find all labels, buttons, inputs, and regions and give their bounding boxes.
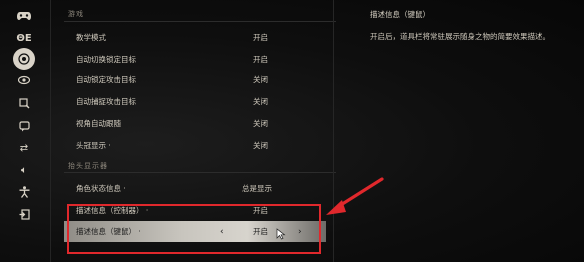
gamepad-icon[interactable] xyxy=(14,6,34,26)
setting-row-character-status[interactable]: 角色状态信息 · 总是显示 xyxy=(64,177,326,199)
setting-label: 头冠显示 · xyxy=(76,140,111,150)
setting-row-auto-switch-lock[interactable]: 自动切换锁定目标 开启 xyxy=(64,48,326,70)
setting-row-auto-lock-attack[interactable]: 自动锁定攻击目标 关闭 xyxy=(64,68,326,90)
setting-value: 开启 xyxy=(253,32,268,42)
setting-label: 自动切换锁定目标 xyxy=(76,54,136,64)
setting-label: 视角自动跟随 xyxy=(76,118,121,128)
setting-label: 自动锁定攻击目标 xyxy=(76,74,136,84)
section-header-hud: 抬头显示器 xyxy=(68,162,108,170)
chat-bubble-icon[interactable] xyxy=(14,116,34,136)
setting-value: 关闭 xyxy=(253,140,268,150)
annotation-arrow-icon xyxy=(326,177,384,215)
ability-icon[interactable]: ΘE xyxy=(14,28,34,48)
setting-label: 自动捕捉攻击目标 xyxy=(76,96,136,106)
setting-label: 角色状态信息 · xyxy=(76,183,126,193)
detail-title: 描述信息（键鼠） xyxy=(370,10,430,19)
section-divider xyxy=(64,172,336,173)
setting-value: 总是显示 xyxy=(242,183,272,193)
section-divider xyxy=(64,21,336,22)
magnifier-icon[interactable] xyxy=(14,93,34,113)
speaker-icon[interactable]: 🔈︎ xyxy=(14,160,34,180)
setting-row-camera-follow[interactable]: 视角自动跟随 关闭 xyxy=(64,112,326,134)
detail-description: 开启后，道具栏将常驻展示随身之物的简要效果描述。 xyxy=(370,32,550,41)
setting-value: 关闭 xyxy=(253,96,268,106)
section-header-game: 游戏 xyxy=(68,10,84,18)
setting-value: 开启 xyxy=(253,54,268,64)
setting-row-crown-display[interactable]: 头冠显示 · 关闭 xyxy=(64,134,326,156)
target-icon[interactable] xyxy=(13,48,35,70)
swap-arrows-icon[interactable]: ⇄ xyxy=(14,138,34,158)
setting-row-tutorial-mode[interactable]: 教学模式 开启 xyxy=(64,26,326,48)
setting-value: 关闭 xyxy=(253,74,268,84)
setting-label: 教学模式 xyxy=(76,32,106,42)
accessibility-icon[interactable] xyxy=(14,182,34,202)
rail-divider xyxy=(50,0,51,262)
panel-divider xyxy=(333,0,334,262)
setting-value: 关闭 xyxy=(253,118,268,128)
setting-row-auto-capture-attack[interactable]: 自动捕捉攻击目标 关闭 xyxy=(64,90,326,112)
settings-category-rail: ΘE ⇄ 🔈︎ xyxy=(0,0,52,262)
exit-door-icon[interactable] xyxy=(14,204,34,224)
mouse-cursor-icon xyxy=(276,228,286,240)
eye-icon[interactable] xyxy=(14,70,34,90)
detail-panel: 描述信息（键鼠） 开启后，道具栏将常驻展示随身之物的简要效果描述。 xyxy=(336,0,584,262)
